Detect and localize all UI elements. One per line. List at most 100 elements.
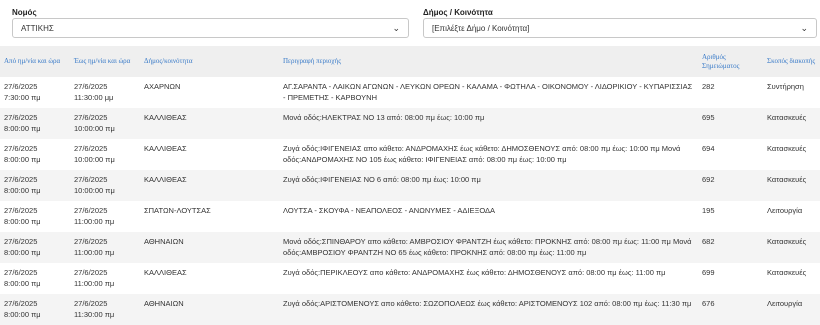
description-cell: Μονά οδός:ΣΠΙΝΘΑΡΟΥ απο κάθετο: ΑΜΒΡΟΣΙΟ… [279, 232, 698, 263]
chevron-down-icon: ⌄ [800, 22, 808, 33]
from-from-time: 8:00:00 πμ [4, 155, 41, 164]
table-row: 27/6/2025 8:00:00 πμ 27/6/2025 11:00:00 πμ Κ… [0, 263, 820, 294]
number-cell: 695 [698, 108, 763, 139]
number-number: 699 [702, 268, 715, 277]
from-from-date: 27/6/2025 [4, 144, 38, 153]
purpose-purpose: Κατασκευές [767, 113, 807, 122]
from-from-date: 27/6/2025 [4, 237, 38, 246]
from-from-date: 27/6/2025 [4, 206, 38, 215]
table-row: 27/6/2025 8:00:00 πμ 27/6/2025 10:00:00 πμ Κ… [0, 108, 820, 139]
table-row: 27/6/2025 8:00:00 πμ 27/6/2025 11:00:00 πμ Σ… [0, 201, 820, 232]
from-cell: 27/6/2025 8:00:00 πμ [0, 201, 70, 232]
municipality-municipality: ΚΑΛΛΙΘΕΑΣ [144, 113, 187, 122]
number-number: 694 [702, 144, 715, 153]
purpose-purpose: Κατασκευές [767, 175, 807, 184]
description-description: ΛΟΥΤΣΑ - ΣΚΟΥΦΑ - ΝΕΑΠΟΛΕΟΣ - ΑΝΩΝΥΜΕΣ -… [283, 206, 496, 215]
municipality-cell: ΚΑΛΛΙΘΕΑΣ [140, 263, 279, 294]
filter-bar: Νομός ΑΤΤΙΚΗΣ ⌄ Δήμος / Κοινότητα [Επιλέ… [0, 0, 820, 46]
description-cell: Ζυγά οδός:ΙΦΙΓΕΝΕΙΑΣ απο κάθετο: ΑΝΔΡΟΜΑ… [279, 139, 698, 170]
to-to-date: 27/6/2025 [74, 237, 108, 246]
to-to-time: 11:00:00 πμ [74, 217, 115, 226]
outages-table: Από ημ/νία και ώρα Έως ημ/νία και ώρα Δή… [0, 46, 820, 325]
to-to-time: 11:30:00 πμ [74, 310, 115, 319]
from-from-date: 27/6/2025 [4, 82, 38, 91]
to-cell: 27/6/2025 10:00:00 πμ [70, 139, 140, 170]
from-from-time: 8:00:00 πμ [4, 124, 41, 133]
description-description: Μονά οδός:ΣΠΙΝΘΑΡΟΥ απο κάθετο: ΑΜΒΡΟΣΙΟ… [283, 237, 692, 257]
purpose-cell: Κατασκευές [763, 263, 820, 294]
municipality-municipality: ΚΑΛΛΙΘΕΑΣ [144, 144, 187, 153]
from-from-time: 8:00:00 πμ [4, 217, 41, 226]
to-cell: 27/6/2025 11:30:00 πμ [70, 294, 140, 325]
municipality-cell: ΣΠΑΤΩΝ-ΛΟΥΤΣΑΣ [140, 201, 279, 232]
to-cell: 27/6/2025 10:00:00 πμ [70, 170, 140, 201]
purpose-purpose: Συντήρηση [767, 82, 804, 91]
description-cell: ΑΓ.ΣΑΡΑΝΤΑ - ΛΑΙΚΩΝ ΑΓΩΝΩΝ - ΛΕΥΚΩΝ ΟΡΕΩ… [279, 77, 698, 108]
to-to-time: 11:30:00 μμ [74, 93, 114, 102]
prefecture-select[interactable]: ΑΤΤΙΚΗΣ ⌄ [12, 18, 409, 38]
table-row: 27/6/2025 8:00:00 πμ 27/6/2025 11:00:00 πμ Α… [0, 232, 820, 263]
from-from-date: 27/6/2025 [4, 299, 38, 308]
column-header-municipality[interactable]: Δήμος/κοινότητα [140, 46, 279, 77]
number-cell: 692 [698, 170, 763, 201]
to-to-time: 10:00:00 πμ [74, 155, 115, 164]
purpose-cell: Λειτουργία [763, 201, 820, 232]
number-cell: 282 [698, 77, 763, 108]
table-header-row: Από ημ/νία και ώρα Έως ημ/νία και ώρα Δή… [0, 46, 820, 77]
number-number: 682 [702, 237, 715, 246]
from-cell: 27/6/2025 8:00:00 πμ [0, 139, 70, 170]
description-cell: Ζυγά οδός:ΑΡΙΣΤΟΜΕΝΟΥΣ απο κάθετο: ΣΩΖΟΠ… [279, 294, 698, 325]
purpose-cell: Κατασκευές [763, 139, 820, 170]
description-cell: Ζυγά οδός:ΠΕΡΙΚΛΕΟΥΣ απο κάθετο: ΑΝΔΡΟΜΑ… [279, 263, 698, 294]
prefecture-select-value: ΑΤΤΙΚΗΣ [21, 23, 54, 33]
to-to-date: 27/6/2025 [74, 175, 108, 184]
table-row: 27/6/2025 8:00:00 πμ 27/6/2025 10:00:00 πμ Κ… [0, 170, 820, 201]
column-header-purpose[interactable]: Σκοπός διακοπής [763, 46, 820, 77]
from-from-time: 7:30:00 πμ [4, 93, 41, 102]
to-to-date: 27/6/2025 [74, 82, 108, 91]
to-to-time: 10:00:00 πμ [74, 186, 115, 195]
from-cell: 27/6/2025 8:00:00 πμ [0, 232, 70, 263]
municipality-cell: ΑΧΑΡΝΩΝ [140, 77, 279, 108]
number-number: 695 [702, 113, 715, 122]
to-to-date: 27/6/2025 [74, 299, 108, 308]
to-to-date: 27/6/2025 [74, 206, 108, 215]
purpose-purpose: Λειτουργία [767, 299, 803, 308]
municipality-municipality: ΚΑΛΛΙΘΕΑΣ [144, 175, 187, 184]
column-header-number[interactable]: Αριθμός Σημειώματος [698, 46, 763, 77]
municipality-select[interactable]: [Επιλέξτε Δήμο / Κοινότητα] ⌄ [423, 18, 817, 38]
purpose-cell: Λειτουργία [763, 294, 820, 325]
from-cell: 27/6/2025 8:00:00 πμ [0, 263, 70, 294]
description-description: Ζυγά οδός:ΑΡΙΣΤΟΜΕΝΟΥΣ απο κάθετο: ΣΩΖΟΠ… [283, 299, 692, 308]
to-to-time: 11:00:00 πμ [74, 279, 115, 288]
from-from-date: 27/6/2025 [4, 268, 38, 277]
to-cell: 27/6/2025 11:00:00 πμ [70, 201, 140, 232]
municipality-cell: ΚΑΛΛΙΘΕΑΣ [140, 170, 279, 201]
number-number: 692 [702, 175, 715, 184]
column-header-description[interactable]: Περιγραφή περιοχής [279, 46, 698, 77]
purpose-purpose: Λειτουργία [767, 206, 803, 215]
to-to-time: 11:00:00 πμ [74, 248, 115, 257]
municipality-cell: ΑΘΗΝΑΙΩΝ [140, 232, 279, 263]
municipality-label: Δήμος / Κοινότητα [423, 8, 493, 17]
number-cell: 195 [698, 201, 763, 232]
to-cell: 27/6/2025 11:30:00 μμ [70, 77, 140, 108]
from-from-date: 27/6/2025 [4, 175, 38, 184]
from-cell: 27/6/2025 8:00:00 πμ [0, 170, 70, 201]
purpose-cell: Συντήρηση [763, 77, 820, 108]
description-cell: ΛΟΥΤΣΑ - ΣΚΟΥΦΑ - ΝΕΑΠΟΛΕΟΣ - ΑΝΩΝΥΜΕΣ -… [279, 201, 698, 232]
column-header-to[interactable]: Έως ημ/νία και ώρα [70, 46, 140, 77]
column-header-from[interactable]: Από ημ/νία και ώρα [0, 46, 70, 77]
description-description: Ζυγά οδός:ΙΦΙΓΕΝΕΙΑΣ απο κάθετο: ΑΝΔΡΟΜΑ… [283, 144, 681, 164]
purpose-cell: Κατασκευές [763, 108, 820, 139]
municipality-select-value: [Επιλέξτε Δήμο / Κοινότητα] [432, 23, 530, 33]
purpose-purpose: Κατασκευές [767, 237, 807, 246]
table-row: 27/6/2025 8:00:00 πμ 27/6/2025 10:00:00 πμ Κ… [0, 139, 820, 170]
municipality-cell: ΚΑΛΛΙΘΕΑΣ [140, 139, 279, 170]
municipality-cell: ΑΘΗΝΑΙΩΝ [140, 294, 279, 325]
to-to-date: 27/6/2025 [74, 144, 108, 153]
description-description: ΑΓ.ΣΑΡΑΝΤΑ - ΛΑΙΚΩΝ ΑΓΩΝΩΝ - ΛΕΥΚΩΝ ΟΡΕΩ… [283, 82, 693, 102]
to-to-date: 27/6/2025 [74, 113, 108, 122]
purpose-cell: Κατασκευές [763, 232, 820, 263]
municipality-municipality: ΑΘΗΝΑΙΩΝ [144, 237, 184, 246]
